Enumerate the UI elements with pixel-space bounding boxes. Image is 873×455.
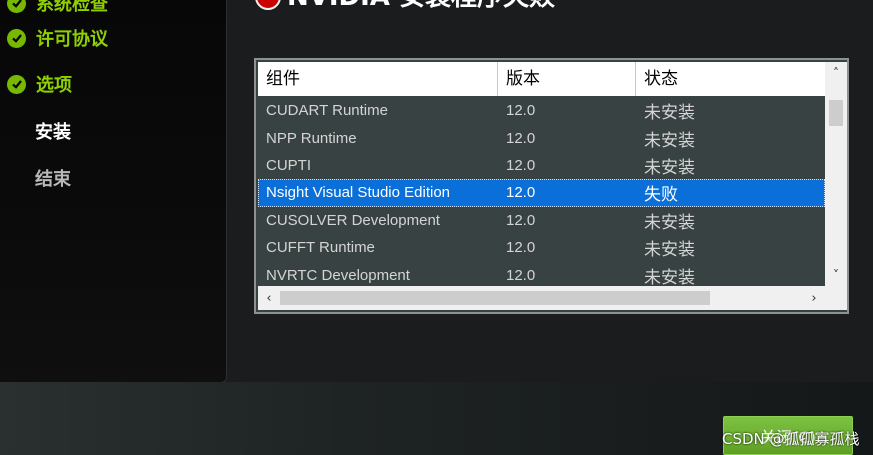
step-license: 许可协议 bbox=[0, 25, 108, 51]
check-icon bbox=[7, 0, 26, 13]
list-row[interactable]: CUSOLVER Development 12.0 未安装 bbox=[258, 207, 825, 234]
cell-version: 12.0 bbox=[506, 239, 536, 257]
step-label: 系统检查 bbox=[36, 0, 108, 15]
scrollbar-corner bbox=[825, 286, 847, 310]
list-header: 组件 版本 状态 bbox=[258, 62, 825, 96]
step-options: 选项 bbox=[0, 71, 72, 97]
cell-status: 未安装 bbox=[644, 130, 695, 151]
cell-version: 12.0 bbox=[506, 266, 536, 284]
cell-component: CUPTI bbox=[266, 156, 311, 174]
list-rows: CUDART Runtime 12.0 未安装 NPP Runtime 12.0… bbox=[258, 97, 825, 289]
step-install: 安装 bbox=[0, 118, 71, 144]
cell-status: 未安装 bbox=[644, 157, 695, 178]
step-label: 安装 bbox=[35, 122, 71, 143]
column-header-component[interactable]: 组件 bbox=[258, 62, 498, 96]
watermark: CSDN @孤孤寡孤栈 bbox=[722, 430, 860, 448]
cell-component: CUDART Runtime bbox=[266, 102, 388, 120]
cell-version: 12.0 bbox=[506, 102, 536, 120]
cell-component: Nsight Visual Studio Edition bbox=[266, 184, 450, 202]
vertical-scroll-thumb[interactable] bbox=[829, 100, 843, 126]
cell-status: 未安装 bbox=[644, 240, 695, 261]
cell-component: CUFFT Runtime bbox=[266, 239, 375, 257]
list-row[interactable]: CUFFT Runtime 12.0 未安装 bbox=[258, 234, 825, 261]
column-header-version[interactable]: 版本 bbox=[498, 62, 636, 96]
check-icon bbox=[7, 28, 26, 48]
step-finish: 结束 bbox=[0, 165, 71, 191]
vertical-scrollbar[interactable]: ˄ ˅ bbox=[825, 62, 847, 286]
page-title: NVIDIA 安装程序失败 bbox=[255, 0, 555, 10]
column-header-status[interactable]: 状态 bbox=[636, 62, 825, 96]
list-row[interactable]: CUPTI 12.0 未安装 bbox=[258, 152, 825, 179]
cell-component: NVRTC Development bbox=[266, 266, 410, 284]
scroll-left-icon[interactable]: ‹ bbox=[258, 286, 280, 310]
page-title-text: NVIDIA 安装程序失败 bbox=[287, 0, 555, 10]
cell-status: 未安装 bbox=[644, 212, 695, 233]
cell-version: 12.0 bbox=[506, 129, 536, 147]
cell-component: NPP Runtime bbox=[266, 129, 357, 147]
cell-status: 未安装 bbox=[644, 103, 695, 124]
cell-version: 12.0 bbox=[506, 184, 536, 202]
cell-status: 未安装 bbox=[644, 267, 695, 288]
step-system-check: 系统检查 bbox=[0, 0, 108, 16]
list-row-selected[interactable]: Nsight Visual Studio Edition 12.0 失败 bbox=[258, 179, 825, 207]
cell-component: CUSOLVER Development bbox=[266, 211, 440, 229]
step-label: 许可协议 bbox=[36, 29, 108, 50]
scroll-down-icon[interactable]: ˅ bbox=[825, 264, 847, 286]
cell-version: 12.0 bbox=[506, 156, 536, 174]
sidebar: 系统检查 许可协议 选项 安装 结束 bbox=[0, 0, 227, 383]
cell-status: 失败 bbox=[644, 185, 678, 206]
cell-version: 12.0 bbox=[506, 211, 536, 229]
list-row[interactable]: CUDART Runtime 12.0 未安装 bbox=[258, 97, 825, 124]
step-label: 选项 bbox=[36, 75, 72, 96]
list-row[interactable]: NPP Runtime 12.0 未安装 bbox=[258, 124, 825, 151]
horizontal-scrollbar[interactable]: ‹ › bbox=[258, 286, 825, 310]
step-label: 结束 bbox=[35, 169, 71, 190]
list-row[interactable]: NVRTC Development 12.0 未安装 bbox=[258, 261, 825, 288]
check-icon bbox=[7, 74, 26, 94]
horizontal-scroll-thumb[interactable] bbox=[280, 291, 710, 305]
error-icon bbox=[255, 0, 281, 10]
scroll-right-icon[interactable]: › bbox=[803, 286, 825, 310]
component-list[interactable]: 组件 版本 状态 CUDART Runtime 12.0 未安装 NPP Run… bbox=[254, 58, 849, 314]
scroll-up-icon[interactable]: ˄ bbox=[825, 62, 847, 84]
